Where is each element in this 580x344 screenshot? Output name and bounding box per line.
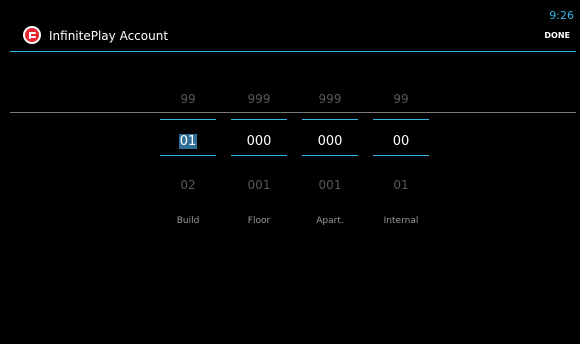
infiniteplay-logo-icon [23,26,41,44]
floor-selection-line-top [231,119,287,120]
build-selection-line-bottom [160,155,216,156]
action-bar: InfinitePlay Account DONE [10,25,576,52]
status-bar: 9:26 [10,5,576,25]
internal-label: Internal [383,216,419,226]
done-button[interactable]: DONE [544,31,570,40]
floor-selection-line-bottom [231,155,287,156]
apartment-label: Apart. [316,216,344,226]
apartment-next-value[interactable]: 001 [302,178,358,192]
floor-label: Floor [247,216,271,226]
internal-selection-line-bottom [373,155,429,156]
internal-prev-value[interactable]: 99 [373,92,429,106]
internal-current-value[interactable]: 00 [373,134,429,149]
build-picker[interactable]: 99 01 02 Build [160,55,216,240]
apartment-selection-line-bottom [302,155,358,156]
build-current-value[interactable]: 01 [178,134,198,149]
internal-picker[interactable]: 99 00 01 Internal [373,55,429,240]
floor-next-value[interactable]: 001 [231,178,287,192]
build-current-field[interactable]: 01 [160,134,216,149]
internal-next-value[interactable]: 01 [373,178,429,192]
floor-current-value[interactable]: 000 [231,134,287,149]
floor-prev-value[interactable]: 999 [231,92,287,106]
apartment-selection-line-top [302,119,358,120]
apartment-picker[interactable]: 999 000 001 Apart. [302,55,358,240]
internal-selection-line-top [373,119,429,120]
build-selection-line-top [160,119,216,120]
picker-divider [10,112,576,113]
build-next-value[interactable]: 02 [160,178,216,192]
build-label: Build [176,216,200,226]
app-screen: 9:26 InfinitePlay Account DONE 99 01 02 … [10,5,576,344]
apartment-current-value[interactable]: 000 [302,134,358,149]
app-title: InfinitePlay Account [49,29,169,43]
status-clock: 9:26 [549,9,574,22]
build-prev-value[interactable]: 99 [160,92,216,106]
floor-picker[interactable]: 999 000 001 Floor [231,55,287,240]
apartment-prev-value[interactable]: 999 [302,92,358,106]
